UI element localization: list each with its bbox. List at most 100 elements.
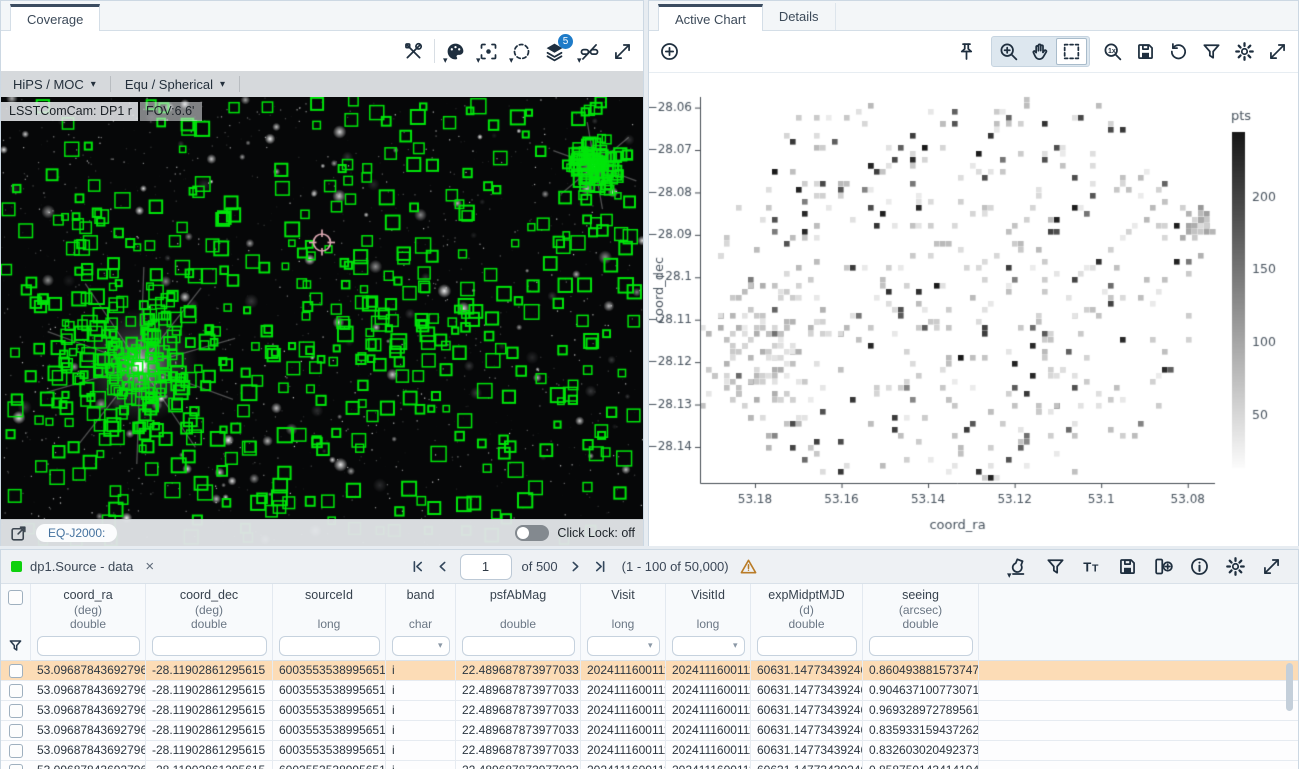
row-checkbox[interactable] xyxy=(9,704,23,718)
table-row[interactable]: 53.09687843692796-28.1190286129561560035… xyxy=(1,701,1298,721)
save-chart-icon[interactable] xyxy=(1135,41,1156,62)
table-cell: 2024111600111 xyxy=(581,681,666,701)
row-checkbox[interactable] xyxy=(9,744,23,758)
column-header-VisitId[interactable]: VisitIdlong xyxy=(666,584,751,631)
external-expand-icon[interactable] xyxy=(9,524,28,543)
filter-cell-seeing xyxy=(863,631,979,661)
image-fov: FOV:6.6' xyxy=(140,102,202,121)
table-cell: 600355353899565160 xyxy=(273,761,386,769)
select-region-icon[interactable] xyxy=(511,41,532,62)
filter-chart-icon[interactable] xyxy=(1201,41,1222,62)
add-chart-icon[interactable] xyxy=(659,41,680,62)
add-column-icon[interactable] xyxy=(1153,556,1174,577)
chart-canvas[interactable] xyxy=(649,73,1298,546)
layers-button[interactable]: 5 xyxy=(544,41,565,62)
hips-bar: HiPS / MOC▾ Equ / Spherical▾ xyxy=(1,71,643,97)
expand-chart-icon[interactable] xyxy=(1267,41,1288,62)
column-header-expMidptMJD[interactable]: expMidptMJD(d)double xyxy=(751,584,863,631)
table-scrollbar[interactable] xyxy=(1286,663,1293,711)
prev-page-icon[interactable] xyxy=(435,559,450,574)
table-cell: 53.09687843692796 xyxy=(31,721,146,741)
row-checkbox[interactable] xyxy=(9,664,23,678)
filter-input-sourceId[interactable] xyxy=(279,636,380,656)
filter-select-Visit[interactable]: ▾ xyxy=(587,636,660,656)
coord-readout[interactable]: EQ-J2000: xyxy=(36,524,117,542)
close-table-icon[interactable]: × xyxy=(141,558,158,575)
tools-icon[interactable] xyxy=(403,41,424,62)
filter-icon[interactable] xyxy=(8,638,23,653)
recenter-icon[interactable] xyxy=(478,41,499,62)
column-header-coord_ra[interactable]: coord_ra(deg)double xyxy=(31,584,146,631)
tab-details[interactable]: Details xyxy=(763,3,836,30)
table-cell: 2024111600111 xyxy=(581,661,666,681)
click-lock-toggle[interactable] xyxy=(515,525,549,541)
tab-active-chart-label: Active Chart xyxy=(675,12,746,27)
table-info-icon[interactable] xyxy=(1189,556,1210,577)
filter-input-coord_ra[interactable] xyxy=(37,636,140,656)
row-checkbox[interactable] xyxy=(9,724,23,738)
filter-input-coord_dec[interactable] xyxy=(152,636,267,656)
table-tools-icon[interactable] xyxy=(1009,556,1030,577)
last-page-icon[interactable] xyxy=(593,559,608,574)
select-all-checkbox[interactable] xyxy=(8,590,23,605)
column-header-psfAbMag[interactable]: psfAbMagdouble xyxy=(456,584,581,631)
column-header-band[interactable]: bandchar xyxy=(386,584,456,631)
table-cell: 60631.14773439246 xyxy=(751,741,863,761)
column-header-coord_dec[interactable]: coord_dec(deg)double xyxy=(146,584,273,631)
pin-chart-icon[interactable] xyxy=(956,41,977,62)
row-checkbox[interactable] xyxy=(9,764,23,769)
pan-mode-icon[interactable] xyxy=(1025,39,1054,64)
table-cell: 2024111600111 xyxy=(666,741,751,761)
table-row[interactable]: 53.09687843692796-28.1190286129561560035… xyxy=(1,741,1298,761)
save-table-icon[interactable] xyxy=(1117,556,1138,577)
table-cell: -28.11902861295615 xyxy=(146,741,273,761)
table-cell: 22.489687873977033 xyxy=(456,721,581,741)
filter-cell-psfAbMag xyxy=(456,631,581,661)
firefly-app: Coverage 5 HiPS / MOC▾ xyxy=(0,0,1299,769)
filter-select-VisitId[interactable]: ▾ xyxy=(672,636,745,656)
color-palette-icon[interactable] xyxy=(445,41,466,62)
filter-gutter-cell xyxy=(1,631,31,661)
table-row[interactable]: 53.09687843692796-28.1190286129561560035… xyxy=(1,681,1298,701)
svg-text:T: T xyxy=(1083,559,1091,574)
column-header-sourceId[interactable]: sourceIdlong xyxy=(273,584,386,631)
table-cell: 22.489687873977033 xyxy=(456,701,581,721)
zoom-mode-icon[interactable] xyxy=(994,39,1023,64)
first-page-icon[interactable] xyxy=(410,559,425,574)
filter-table-icon[interactable] xyxy=(1045,556,1066,577)
next-page-icon[interactable] xyxy=(568,559,583,574)
column-header-Visit[interactable]: Visitlong xyxy=(581,584,666,631)
projection-label: Equ / Spherical xyxy=(125,77,213,92)
page-number-input[interactable] xyxy=(460,554,512,580)
tab-active-chart[interactable]: Active Chart xyxy=(658,4,763,31)
table-cell: 2024111600111 xyxy=(666,721,751,741)
box-select-mode-icon[interactable] xyxy=(1056,38,1087,65)
expand-table-icon[interactable] xyxy=(1261,556,1282,577)
table-settings-icon[interactable] xyxy=(1225,556,1246,577)
table-row[interactable]: 53.09687843692796-28.1190286129561560035… xyxy=(1,661,1298,681)
table-cell: 0.8326030204923739 xyxy=(863,741,979,761)
row-checkbox[interactable] xyxy=(9,684,23,698)
wcs-match-icon[interactable] xyxy=(579,41,600,62)
expand-coverage-icon[interactable] xyxy=(612,41,633,62)
table-row[interactable]: 53.09687843692796-28.1190286129561560035… xyxy=(1,721,1298,741)
tab-coverage[interactable]: Coverage xyxy=(10,4,100,31)
warning-icon[interactable] xyxy=(739,557,758,576)
filter-input-expMidptMJD[interactable] xyxy=(757,636,857,656)
filter-select-band[interactable]: ▾ xyxy=(392,636,450,656)
filter-input-seeing[interactable] xyxy=(869,636,973,656)
text-view-icon[interactable]: TT xyxy=(1081,556,1102,577)
filter-input-psfAbMag[interactable] xyxy=(462,636,575,656)
restore-chart-icon[interactable] xyxy=(1168,41,1189,62)
chart-settings-icon[interactable] xyxy=(1234,41,1255,62)
sky-canvas[interactable] xyxy=(1,97,643,546)
zoom-original-icon[interactable]: 1x xyxy=(1102,41,1123,62)
filter-cell-band: ▾ xyxy=(386,631,456,661)
table-cell: 53.09687843692796 xyxy=(31,741,146,761)
projection-dropdown[interactable]: Equ / Spherical▾ xyxy=(125,77,239,92)
table-cell: 0.8359331594372623 xyxy=(863,721,979,741)
column-header-seeing[interactable]: seeing(arcsec)double xyxy=(863,584,979,631)
table-row[interactable]: 53.09687843692796-28.1190286129561560035… xyxy=(1,761,1298,769)
hips-moc-dropdown[interactable]: HiPS / MOC▾ xyxy=(13,77,110,92)
svg-text:1x: 1x xyxy=(1108,48,1116,55)
